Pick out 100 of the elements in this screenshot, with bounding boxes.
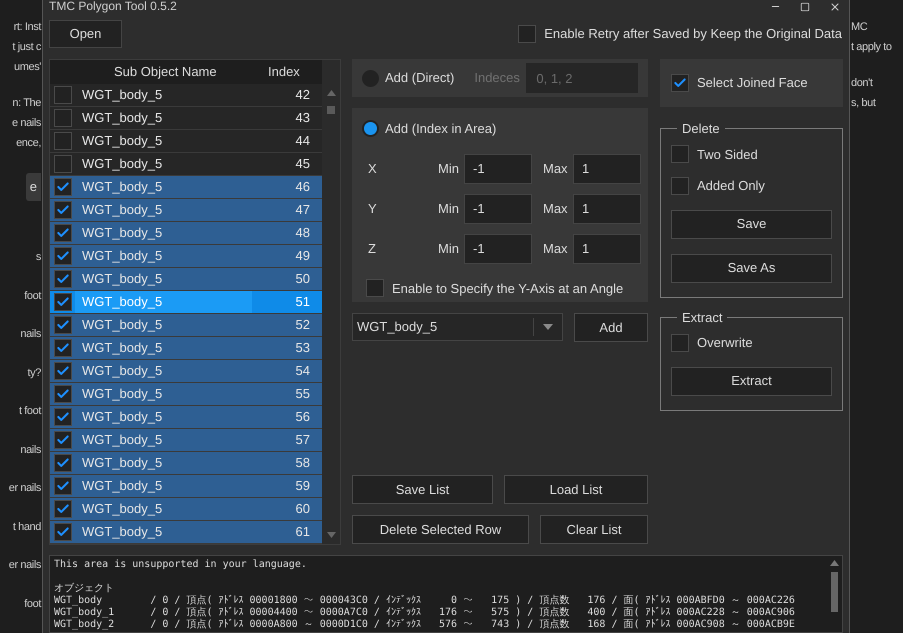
button[interactable]: Add: [574, 313, 648, 342]
table-cell-text: WGT_body_5: [81, 155, 164, 173]
checkbox[interactable]: [54, 431, 72, 449]
option-label: Enable to Specify the Y-Axis at an Angle: [392, 280, 624, 298]
checkbox[interactable]: [671, 74, 689, 92]
object-dropdown[interactable]: WGT_body_5: [352, 313, 563, 341]
option-label: Enable Retry after Saved by Keep the Original Data: [544, 25, 842, 44]
scroll-up-icon[interactable]: [830, 560, 838, 566]
checkbox[interactable]: [54, 109, 72, 127]
scroll-up-icon[interactable]: [326, 90, 336, 96]
check-icon: [56, 456, 70, 470]
scrollbar-thumb[interactable]: [830, 572, 838, 612]
table-cell-text: 44: [294, 132, 310, 150]
table-row[interactable]: WGT_body_5 54: [50, 360, 322, 383]
button[interactable]: Delete Selected Row: [352, 515, 529, 544]
table-row[interactable]: WGT_body_5 43: [50, 107, 322, 130]
table-cell-text: 58: [294, 454, 310, 472]
button[interactable]: Save As: [671, 254, 832, 282]
table-row[interactable]: WGT_body_5 56: [50, 406, 322, 429]
checkbox[interactable]: [54, 385, 72, 403]
input-field[interactable]: 1: [573, 194, 641, 224]
option-label: Overwrite: [697, 334, 753, 352]
checkbox[interactable]: [54, 454, 72, 472]
input-field[interactable]: -1: [464, 154, 532, 184]
field-label: Max: [543, 200, 569, 218]
background-text: er nails: [8, 481, 41, 496]
field-label: Min: [438, 200, 460, 218]
table-row[interactable]: WGT_body_5 48: [50, 222, 322, 245]
table-row[interactable]: WGT_body_5 60: [50, 498, 322, 521]
table-row[interactable]: WGT_body_5 51: [50, 291, 322, 314]
checkbox[interactable]: [54, 178, 72, 196]
checkbox[interactable]: [54, 86, 72, 104]
background-text: t just c: [12, 40, 41, 55]
input-field[interactable]: -1: [464, 234, 532, 264]
table-row[interactable]: WGT_body_5 45: [50, 153, 322, 176]
table-cell-text: WGT_body_5: [81, 339, 164, 357]
background-text: t apply to: [851, 40, 893, 55]
background-text: n: The: [12, 96, 41, 111]
checkbox[interactable]: [54, 477, 72, 495]
column-header[interactable]: Sub Object Name: [114, 62, 250, 82]
checkbox[interactable]: [518, 25, 536, 43]
field-label: Max: [543, 160, 569, 178]
table-row[interactable]: WGT_body_5 61: [50, 521, 322, 544]
checkbox[interactable]: [54, 270, 72, 288]
checkbox[interactable]: [54, 339, 72, 357]
radio-button[interactable]: [362, 120, 379, 138]
checkbox[interactable]: [671, 145, 689, 164]
check-icon: [56, 226, 70, 240]
table-row[interactable]: WGT_body_5 47: [50, 199, 322, 222]
table-row[interactable]: WGT_body_5 44: [50, 130, 322, 153]
table-row[interactable]: WGT_body_5 49: [50, 245, 322, 268]
button[interactable]: Load List: [504, 475, 648, 504]
checkbox[interactable]: [54, 293, 72, 311]
scroll-down-icon[interactable]: [326, 532, 336, 538]
checkbox[interactable]: [54, 247, 72, 265]
checkbox[interactable]: [671, 334, 689, 352]
checkbox[interactable]: [671, 176, 689, 195]
button[interactable]: Clear List: [540, 515, 648, 544]
close-icon[interactable]: [829, 0, 841, 12]
maximize-icon[interactable]: [800, 2, 810, 12]
table-row[interactable]: WGT_body_5 50: [50, 268, 322, 291]
background-button[interactable]: e: [26, 173, 41, 201]
table-row[interactable]: WGT_body_5 55: [50, 383, 322, 406]
checkbox[interactable]: [54, 201, 72, 219]
button[interactable]: Extract: [671, 366, 832, 396]
check-icon: [56, 479, 70, 493]
checkbox[interactable]: [366, 279, 384, 298]
input-field[interactable]: 1: [573, 154, 641, 184]
option-label: Select Joined Face: [697, 74, 808, 92]
button[interactable]: Save List: [352, 475, 493, 504]
input-field[interactable]: 1: [573, 234, 641, 264]
table-cell-text: 50: [294, 270, 310, 288]
background-text: ence,: [16, 136, 41, 151]
table-row[interactable]: WGT_body_5 46: [50, 176, 322, 199]
column-header[interactable]: Index: [268, 62, 300, 82]
scrollbar-thumb[interactable]: [327, 106, 335, 114]
button[interactable]: Save: [671, 210, 832, 238]
checkbox[interactable]: [54, 408, 72, 426]
table-row[interactable]: WGT_body_5 42: [50, 84, 322, 107]
table-row[interactable]: WGT_body_5 59: [50, 475, 322, 498]
background-text: s: [36, 250, 41, 265]
checkbox[interactable]: [54, 523, 72, 541]
open-button[interactable]: Open: [49, 20, 122, 48]
checkbox[interactable]: [54, 316, 72, 334]
scrollbar[interactable]: [322, 60, 340, 544]
table-row[interactable]: WGT_body_5 52: [50, 314, 322, 337]
input-field[interactable]: -1: [464, 194, 532, 224]
checkbox[interactable]: [54, 224, 72, 242]
table-row[interactable]: WGT_body_5 58: [50, 452, 322, 475]
checkbox[interactable]: [54, 362, 72, 380]
table-cell-text: WGT_body_5: [81, 454, 164, 472]
option-label: Add (Index in Area): [385, 120, 496, 138]
table-cell-text: 54: [294, 362, 310, 380]
table-row[interactable]: WGT_body_5 57: [50, 429, 322, 452]
checkbox[interactable]: [54, 132, 72, 150]
checkbox[interactable]: [54, 155, 72, 173]
checkbox[interactable]: [54, 500, 72, 518]
table-cell-text: WGT_body_5: [81, 408, 164, 426]
check-icon: [56, 272, 70, 286]
table-row[interactable]: WGT_body_5 53: [50, 337, 322, 360]
